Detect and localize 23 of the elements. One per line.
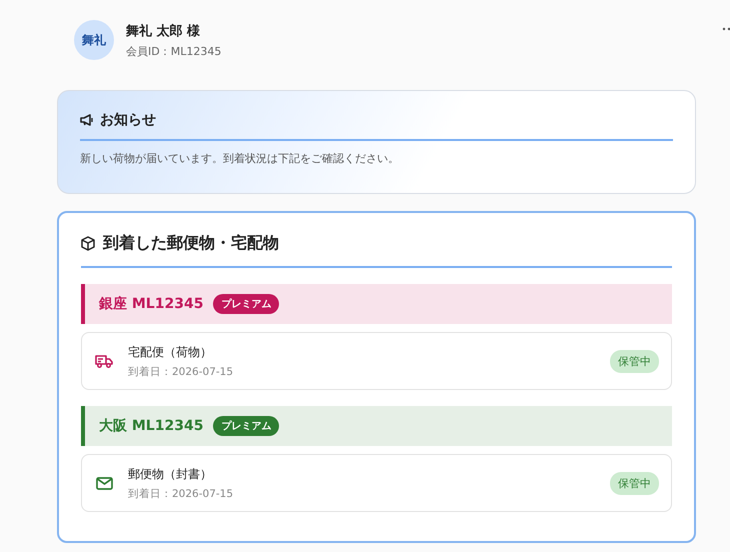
avatar: 舞礼 — [74, 20, 114, 60]
item-title: 郵便物（封書） — [128, 466, 213, 482]
truck-icon — [95, 354, 113, 368]
envelope-icon — [96, 476, 112, 490]
box-icon — [81, 236, 95, 251]
notice-title: お知らせ — [100, 111, 156, 129]
status-badge: 保管中 — [610, 472, 659, 494]
item-card[interactable]: 宅配便（荷物） 到着日：2026-07-15 保管中 — [81, 332, 672, 390]
user-name: 舞礼 太郎 様 — [126, 22, 202, 40]
location-name: 大阪 ML12345 — [99, 417, 204, 435]
plan-badge: プレミアム — [213, 416, 280, 436]
section-title: 到着した郵便物・宅配物 — [103, 233, 279, 254]
item-title: 宅配便（荷物） — [128, 344, 213, 360]
item-card[interactable]: 郵便物（封書） 到着日：2026-07-15 保管中 — [81, 454, 672, 512]
location-name: 銀座 ML12345 — [99, 295, 204, 313]
member-id: 会員ID：ML12345 — [126, 44, 222, 58]
notice-message: 新しい荷物が届いています。到着状況は下記をご確認ください。 — [80, 151, 400, 166]
more-icon[interactable] — [722, 27, 730, 31]
plan-badge: プレミアム — [213, 294, 280, 314]
arrival-date: 到着日：2026-07-15 — [128, 486, 234, 500]
megaphone-icon — [80, 114, 94, 126]
status-badge: 保管中 — [610, 350, 659, 372]
arrival-date: 到着日：2026-07-15 — [128, 364, 234, 378]
